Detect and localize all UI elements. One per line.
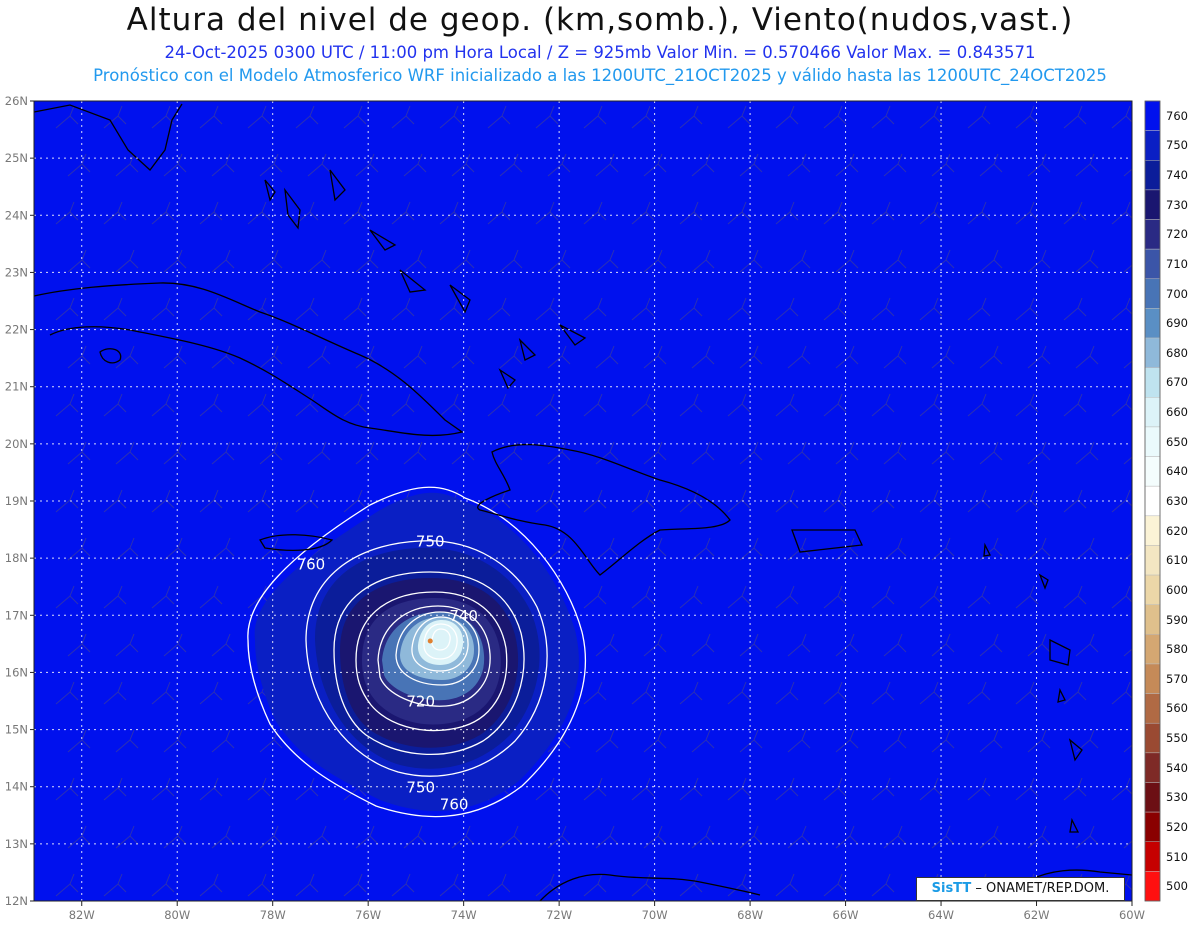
colorbar-label: 560: [1166, 701, 1188, 716]
lon-tick-label: 60W: [1119, 908, 1145, 922]
lon-tick-label: 74W: [451, 908, 477, 922]
contour-label: 740: [449, 607, 478, 625]
colorbar-swatch: [1144, 278, 1161, 309]
colorbar-swatch: [1144, 248, 1161, 280]
sistt-logo: SisTT: [931, 881, 972, 896]
colorbar-swatch: [1144, 574, 1161, 605]
lon-tick-label: 68W: [737, 908, 763, 922]
contour-label: 760: [297, 556, 326, 574]
colorbar-swatch: [1144, 722, 1161, 754]
lat-tick-label: 25N: [5, 151, 28, 165]
contour-label: 750: [406, 778, 435, 796]
lat-tick-label: 14N: [5, 780, 28, 794]
colorbar-label: 740: [1166, 168, 1188, 183]
colorbar-label: 540: [1166, 760, 1188, 775]
colorbar-swatch: [1144, 752, 1161, 783]
colorbar-label: 620: [1166, 523, 1188, 538]
colorbar-label: 640: [1166, 464, 1188, 479]
lon-tick-label: 80W: [164, 908, 190, 922]
contour-label: 760: [440, 796, 469, 814]
colorbar-swatch: [1144, 160, 1161, 191]
colorbar-label: 510: [1166, 849, 1188, 864]
map-background: [34, 101, 1132, 901]
lat-tick-label: 15N: [5, 723, 28, 737]
credit-text: – ONAMET/REP.DOM.: [971, 881, 1110, 896]
colorbar-swatch: [1144, 485, 1161, 517]
lat-tick-label: 13N: [5, 837, 28, 851]
lon-tick-label: 82W: [69, 908, 95, 922]
colorbar-label: 680: [1166, 345, 1188, 360]
colorbar-swatch: [1144, 367, 1161, 398]
lat-tick-label: 19N: [5, 494, 28, 508]
colorbar-swatch: [1144, 871, 1161, 902]
colorbar-label: 500: [1166, 879, 1188, 894]
lon-tick-label: 78W: [260, 908, 286, 922]
colorbar-label: 670: [1166, 375, 1188, 390]
lat-tick-label: 17N: [5, 608, 28, 622]
lat-tick-label: 24N: [5, 208, 28, 222]
contour-label: 750: [416, 533, 445, 551]
colorbar-label: 750: [1166, 138, 1188, 153]
colorbar-swatch: [1144, 841, 1161, 872]
lon-tick-label: 64W: [928, 908, 954, 922]
colorbar-swatch: [1144, 811, 1161, 842]
colorbar-label: 550: [1166, 731, 1188, 746]
colorbar-label: 720: [1166, 227, 1188, 242]
colorbar-swatch: [1144, 100, 1161, 131]
colorbar-label: 660: [1166, 405, 1188, 420]
colorbar-label: 610: [1166, 553, 1188, 568]
lon-tick-label: 66W: [833, 908, 859, 922]
colorbar-label: 710: [1166, 256, 1188, 271]
colorbar-swatch: [1144, 219, 1161, 250]
colorbar-label: 570: [1166, 671, 1188, 686]
lat-tick-label: 21N: [5, 380, 28, 394]
colorbar-swatch: [1144, 634, 1161, 665]
lon-tick-label: 72W: [546, 908, 572, 922]
colorbar-label: 650: [1166, 434, 1188, 449]
storm-center-marker: [427, 638, 433, 644]
colorbar-swatch: [1144, 604, 1161, 635]
lat-tick-label: 16N: [5, 665, 28, 679]
colorbar-label: 760: [1166, 108, 1188, 123]
lat-tick-label: 23N: [5, 265, 28, 279]
colorbar-label: 700: [1166, 286, 1188, 301]
lat-tick-label: 12N: [5, 894, 28, 908]
lon-tick-label: 76W: [355, 908, 381, 922]
colorbar-swatch: [1144, 545, 1161, 576]
colorbar-label: 730: [1166, 197, 1188, 212]
colorbar-label: 520: [1166, 819, 1188, 834]
colorbar-swatch: [1144, 782, 1161, 813]
lon-tick-label: 70W: [642, 908, 668, 922]
colorbar-label: 590: [1166, 612, 1188, 627]
contour-label: 720: [406, 693, 435, 711]
lat-tick-label: 18N: [5, 551, 28, 565]
lat-tick-label: 20N: [5, 437, 28, 451]
colorbar-label: 690: [1166, 316, 1188, 331]
colorbar-label: 530: [1166, 790, 1188, 805]
colorbar-swatch: [1144, 426, 1161, 457]
colorbar-label: 630: [1166, 494, 1188, 508]
colorbar-swatch: [1144, 130, 1161, 161]
weather-map: 760 750 740 720 750 760 82W 80W 78W 76W 74W 72W 70W…: [5, 94, 1161, 922]
colorbar-swatch: [1144, 308, 1161, 339]
lat-tick-label: 22N: [5, 323, 28, 337]
colorbar-swatch: [1144, 456, 1161, 487]
colorbar-swatch: [1144, 337, 1161, 368]
colorbar-label: 600: [1166, 582, 1188, 597]
lat-tick-label: 26N: [5, 94, 28, 108]
credit-box: SisTT – ONAMET/REP.DOM.: [916, 877, 1125, 901]
colorbar-swatch: [1144, 397, 1161, 428]
colorbar-swatch: [1144, 663, 1161, 694]
colorbar-swatch: [1144, 693, 1161, 724]
lon-tick-label: 62W: [1024, 908, 1050, 922]
colorbar: [1144, 100, 1161, 902]
colorbar-swatch: [1144, 515, 1161, 546]
colorbar-swatch: [1144, 189, 1161, 220]
colorbar-label: 580: [1166, 642, 1188, 657]
